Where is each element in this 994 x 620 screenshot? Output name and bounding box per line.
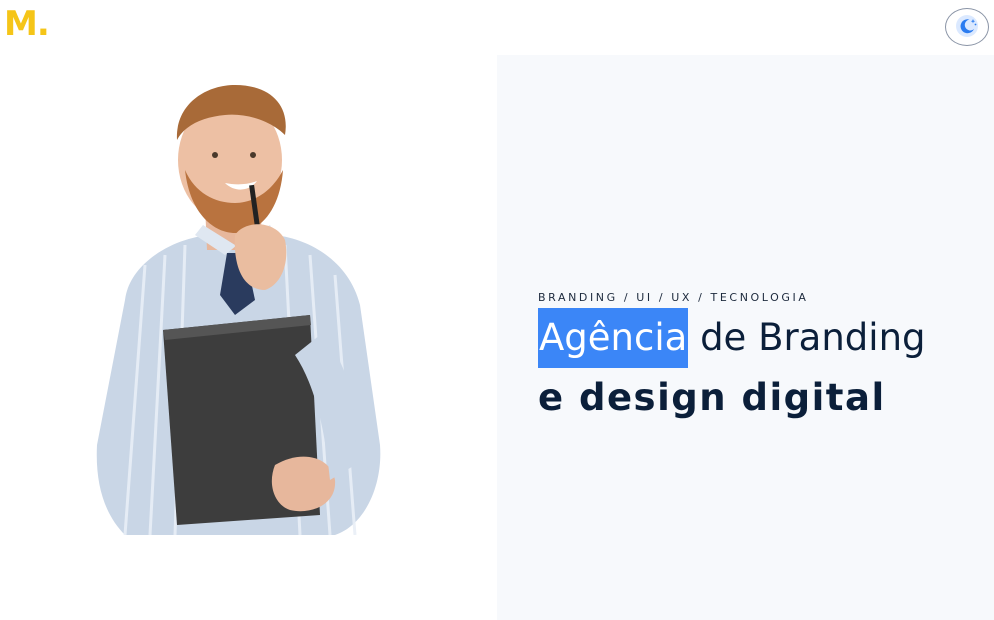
moon-stars-icon xyxy=(954,13,980,42)
hero-headline-line-2: e design digital xyxy=(538,376,886,419)
logo-dot: . xyxy=(36,4,50,44)
headline-rest: de Branding xyxy=(688,316,926,359)
theme-toggle-button[interactable] xyxy=(945,8,989,46)
headline-highlight: Agência xyxy=(538,308,689,368)
hero-headline-line-1: Agência de Branding xyxy=(538,308,926,368)
man-holding-folder-photo xyxy=(85,85,395,536)
brand-logo[interactable]: M. xyxy=(4,4,50,44)
logo-letter: M xyxy=(4,4,38,44)
hero-eyebrow: BRANDING / UI / UX / TECNOLOGIA xyxy=(538,291,809,304)
